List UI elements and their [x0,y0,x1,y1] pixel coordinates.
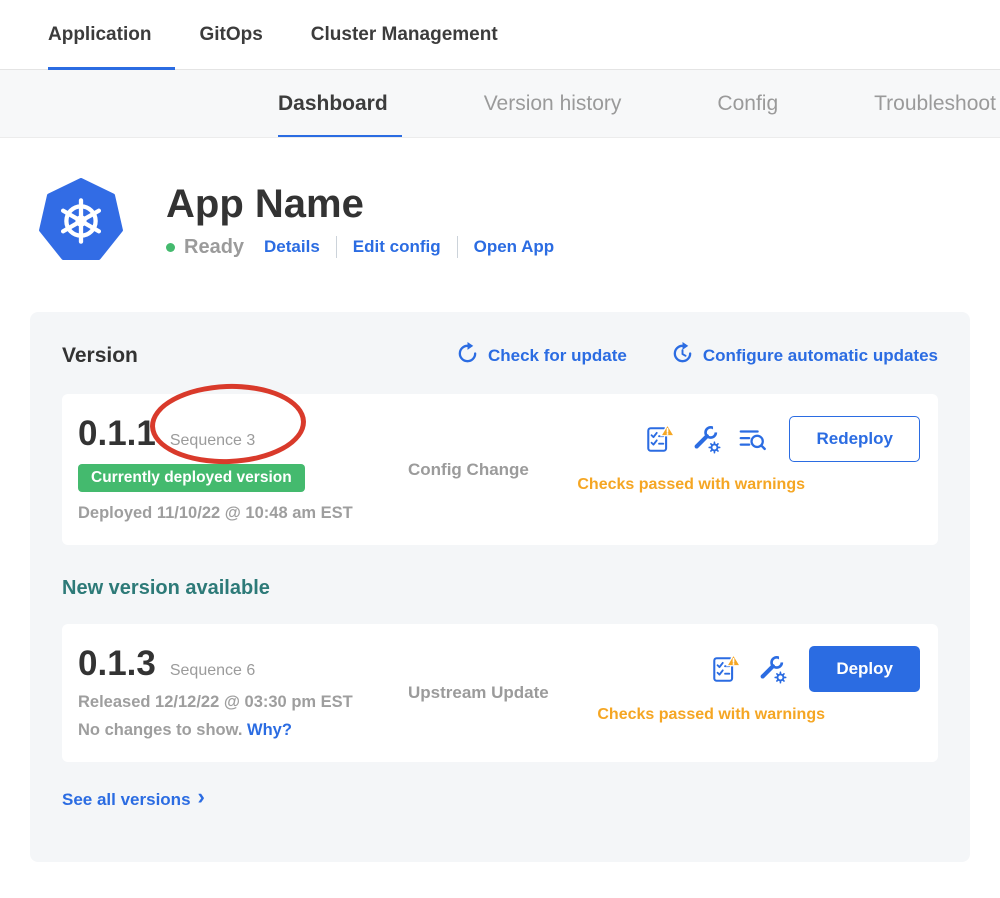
divider [457,236,458,258]
deploy-button[interactable]: Deploy [809,646,920,692]
current-version-card: 0.1.1 Sequence 3 Currently deployed vers… [62,394,938,545]
view-files-icon[interactable] [737,424,767,454]
configure-automatic-updates-button[interactable]: Configure automatic updates [671,342,938,370]
currently-deployed-badge: Currently deployed version [78,464,305,492]
available-version-number: 0.1.3 [78,646,156,681]
current-version-number: 0.1.1 [78,416,156,451]
preflight-checks-warning-icon[interactable] [645,424,675,454]
app-header: App Name Ready Details Edit config Open … [38,178,1000,264]
refresh-icon [456,342,479,370]
edit-config-link[interactable]: Edit config [353,237,441,257]
divider [336,236,337,258]
version-actions: Check for update Configure automatic upd… [456,342,938,370]
app-status: Ready [166,236,244,259]
chevron-right-icon [198,790,205,810]
configure-automatic-updates-label: Configure automatic updates [703,346,938,366]
current-version-info: 0.1.1 Sequence 3 Currently deployed vers… [78,416,408,523]
no-changes-text: No changes to show. [78,721,242,739]
available-version-actions: Deploy Checks passed with warnings [593,646,920,724]
version-heading: Version [62,344,138,368]
available-version-info: 0.1.3 Sequence 6 Released 12/12/22 @ 03:… [78,646,408,740]
details-link[interactable]: Details [264,237,320,257]
check-for-update-button[interactable]: Check for update [456,342,627,370]
config-wrench-icon[interactable] [691,424,721,454]
status-dot-icon [166,243,175,252]
check-for-update-label: Check for update [488,346,627,366]
deployed-timestamp: Deployed 11/10/22 @ 10:48 am EST [78,504,408,523]
no-changes-line: No changes to show. Why? [78,721,408,740]
app-header-text: App Name Ready Details Edit config Open … [166,184,554,259]
version-section: Version Check for update [30,312,970,862]
current-version-actions: Redeploy Checks passed with warnings [593,416,920,494]
app-title: App Name [166,184,554,224]
status-label: Ready [184,236,244,259]
current-version-check-icons [645,424,767,454]
primary-nav: Application GitOps Cluster Management [0,0,1000,70]
checks-warning-text: Checks passed with warnings [577,476,805,494]
preflight-checks-warning-icon[interactable] [711,654,741,684]
new-version-heading: New version available [62,577,938,600]
app-subnav: Dashboard Version history Config Trouble… [0,70,1000,138]
available-version-actions-row: Deploy [593,646,920,692]
tab-version-history[interactable]: Version history [484,70,622,137]
current-version-source: Config Change [408,460,593,480]
tab-dashboard[interactable]: Dashboard [278,70,388,137]
available-version-row: 0.1.3 Sequence 6 [78,646,408,681]
clock-refresh-icon [671,342,694,370]
why-link[interactable]: Why? [247,721,292,739]
checks-warning-text: Checks passed with warnings [597,706,825,724]
available-version-source: Upstream Update [408,683,593,703]
app-meta: Ready Details Edit config Open App [166,236,554,259]
tab-gitops[interactable]: GitOps [199,0,262,69]
tab-config[interactable]: Config [717,70,778,137]
available-version-card: 0.1.3 Sequence 6 Released 12/12/22 @ 03:… [62,624,938,762]
tab-troubleshoot[interactable]: Troubleshoot [874,70,996,137]
see-all-versions-label: See all versions [62,790,191,810]
kubernetes-logo-icon [38,178,124,264]
current-version-row: 0.1.1 Sequence 3 [78,416,408,451]
available-version-sequence: Sequence 6 [170,662,255,680]
tab-cluster-management[interactable]: Cluster Management [311,0,498,69]
version-section-header: Version Check for update [62,342,938,370]
current-version-sequence: Sequence 3 [170,432,255,450]
config-wrench-icon[interactable] [757,654,787,684]
tab-application[interactable]: Application [48,0,151,69]
see-all-versions-link[interactable]: See all versions [62,790,205,810]
released-timestamp: Released 12/12/22 @ 03:30 pm EST [78,693,408,712]
available-version-check-icons [711,654,787,684]
current-version-actions-row: Redeploy [593,416,920,462]
redeploy-button[interactable]: Redeploy [789,416,920,462]
open-app-link[interactable]: Open App [474,237,555,257]
